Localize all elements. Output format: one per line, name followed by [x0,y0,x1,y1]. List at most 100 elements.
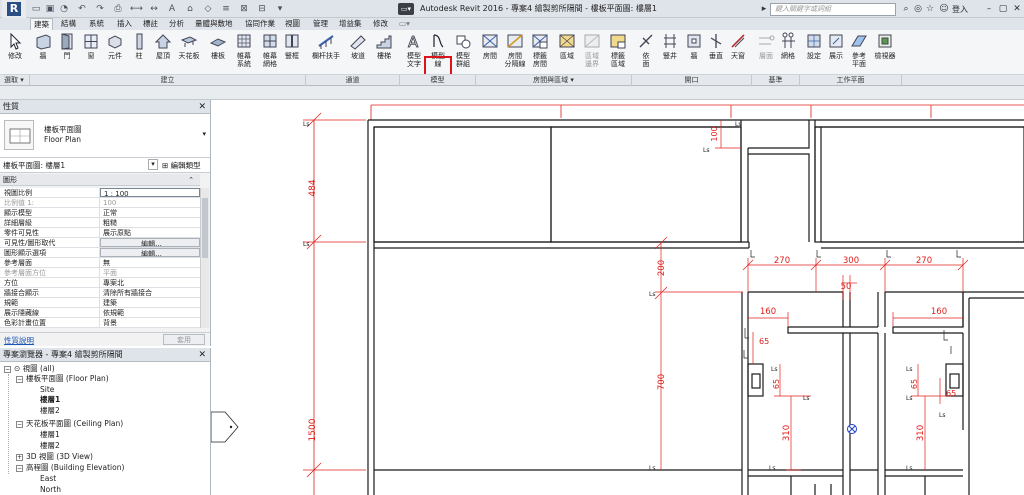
tab-annotate[interactable]: 標註 [140,18,161,30]
minimize-icon[interactable]: – [982,0,996,18]
tag-area-button[interactable]: 標籤 區域 [606,32,630,68]
tab-insert[interactable]: 插入 [114,18,135,30]
railing-button[interactable]: 欄杆扶手 [310,32,342,60]
scrollbar-thumb[interactable] [202,198,208,258]
tree-node-north[interactable]: North [40,485,61,495]
roof-button[interactable]: 屋頂 [152,32,174,60]
print-icon[interactable]: ⎙ [112,3,124,15]
close-icon[interactable]: ✕ [1010,0,1024,18]
collapse-icon[interactable]: ⌃ [188,174,194,186]
subscription-icon[interactable]: ◎ [912,3,924,15]
tab-systems[interactable]: 系統 [86,18,107,30]
wall-button[interactable]: 牆 [32,32,54,60]
open-icon[interactable]: ▭ [30,3,42,15]
tree-node-floor-plans[interactable]: − 樓板平面圖 (Floor Plan) [16,374,109,384]
room-button[interactable]: 房間 [479,32,501,60]
prop-value[interactable]: 建築 [100,298,200,307]
measure-icon[interactable]: ⟷ [130,3,143,15]
wall-opening-button[interactable]: 牆 [684,32,704,60]
close-hidden-icon[interactable]: ⊠ [238,3,250,15]
properties-help-link[interactable]: 性質說明 [4,335,34,346]
tab-modify[interactable]: 修改 [370,18,391,30]
collapse-icon[interactable]: − [16,465,23,472]
tree-node-views[interactable]: − ⊙ 視圖 (all) [4,364,55,374]
dormer-button[interactable]: 天窗 [728,32,748,60]
door-button[interactable]: 門 [56,32,78,60]
tab-view[interactable]: 視圖 [282,18,303,30]
prop-value[interactable]: 粗糙 [100,218,200,227]
expand-icon[interactable]: + [16,454,23,461]
column-button[interactable]: 柱 [128,32,150,60]
floor-button[interactable]: 樓板 [206,32,230,60]
tree-node-level2-ceiling[interactable]: 樓層2 [40,441,60,451]
tab-manage[interactable]: 管理 [310,18,331,30]
model-text-button[interactable]: A 模型 文字 [404,32,424,68]
sync-icon[interactable]: ◔ [58,3,70,15]
window-button[interactable]: 窗 [80,32,102,60]
tab-analyze[interactable]: 分析 [166,18,187,30]
tab-structure[interactable]: 結構 [58,18,79,30]
sign-in-label[interactable]: 登入 [952,4,968,15]
tag-icon[interactable]: A [166,3,178,15]
dimension-icon[interactable]: ↔ [148,3,160,15]
prop-value[interactable]: 背景 [100,318,200,327]
grid-button[interactable]: 網格 [778,32,798,60]
search-toggle-icon[interactable]: ▸ [758,3,770,15]
mullion-button[interactable]: 豎框 [282,32,302,60]
select-group-label[interactable]: 選取 ▾ [0,75,30,86]
prop-value[interactable]: 正常 [100,208,200,217]
stair-button[interactable]: 樓梯 [372,32,396,60]
area-boundary-button[interactable]: 區域 邊界 [580,32,604,68]
prop-value[interactable]: 無 [100,258,200,267]
section-icon[interactable]: ◇ [202,3,214,15]
ref-plane-button[interactable]: 參考 平面 [848,32,870,68]
instance-selector[interactable]: 樓板平面圖: 樓層1 [3,160,65,171]
set-workplane-button[interactable]: 設定 [804,32,824,60]
close-icon[interactable]: ✕ [198,100,206,114]
tab-massing[interactable]: 量體與敷地 [192,18,236,30]
collapse-icon[interactable]: − [16,376,23,383]
close-icon[interactable]: ✕ [198,348,206,362]
search-icon[interactable]: ⌕ [900,3,912,15]
by-face-button[interactable]: 依 面 [636,32,656,68]
tree-node-site[interactable]: Site [40,385,54,395]
tab-addins[interactable]: 增益集 [336,18,365,30]
tree-node-level2-plan[interactable]: 樓層2 [40,406,60,416]
drawing-canvas[interactable]: 484 1500 100 200 700 270 300 270 50 160 … [211,100,1024,495]
tree-node-elevations[interactable]: − 高程圖 (Building Elevation) [16,463,124,473]
tree-node-3d-views[interactable]: +3D 視圖 (3D View) [16,452,93,462]
area-button[interactable]: 區域 [556,32,578,60]
prop-value[interactable]: 清除所有牆接合 [100,288,200,297]
vg-edit-button[interactable]: 編輯... [100,238,200,247]
apply-button[interactable]: 套用 [163,334,205,345]
tree-node-east[interactable]: East [40,474,56,484]
tab-architecture[interactable]: 建築 [30,18,53,30]
elevation-marker-icon[interactable] [211,411,239,443]
workspace-icon[interactable]: ▭▾ [398,3,414,15]
redo-icon[interactable]: ↷ [94,3,106,15]
maximize-icon[interactable]: ▢ [996,0,1010,18]
properties-scrollbar[interactable] [200,188,209,328]
collapse-icon[interactable]: − [16,421,23,428]
model-group-button[interactable]: 模型 群組 [452,32,474,68]
tree-node-level1-plan[interactable]: 樓層1 [40,395,61,405]
component-button[interactable]: 元件 [104,32,126,60]
graphic-display-edit-button[interactable]: 編輯... [100,248,200,257]
search-input[interactable]: 鍵入關鍵字或詞組 [770,3,896,16]
3d-view-icon[interactable]: ⌂ [184,3,196,15]
prop-value[interactable]: 展示原點 [100,228,200,237]
user-icon[interactable]: ☺ [938,3,950,15]
outlet-symbol-icon[interactable] [847,424,857,434]
prop-value[interactable]: 依規範 [100,308,200,317]
tag-room-button[interactable]: 標籤 房間 [529,32,551,68]
level-button[interactable]: 層面 [756,32,776,60]
shaft-button[interactable]: 豎井 [660,32,680,60]
undo-icon[interactable]: ↶ [76,3,88,15]
instance-dropdown-icon[interactable]: ▾ [148,159,158,170]
viewer-button[interactable]: 檢視器 [872,32,898,60]
chevron-down-icon[interactable]: ▾ [202,130,206,138]
save-icon[interactable]: ▣ [44,3,56,15]
ramp-button[interactable]: 坡道 [346,32,370,60]
room-area-group-label[interactable]: 房間與區域 ▾ [476,75,632,86]
curtain-system-button[interactable]: 帷幕 系統 [232,32,256,68]
